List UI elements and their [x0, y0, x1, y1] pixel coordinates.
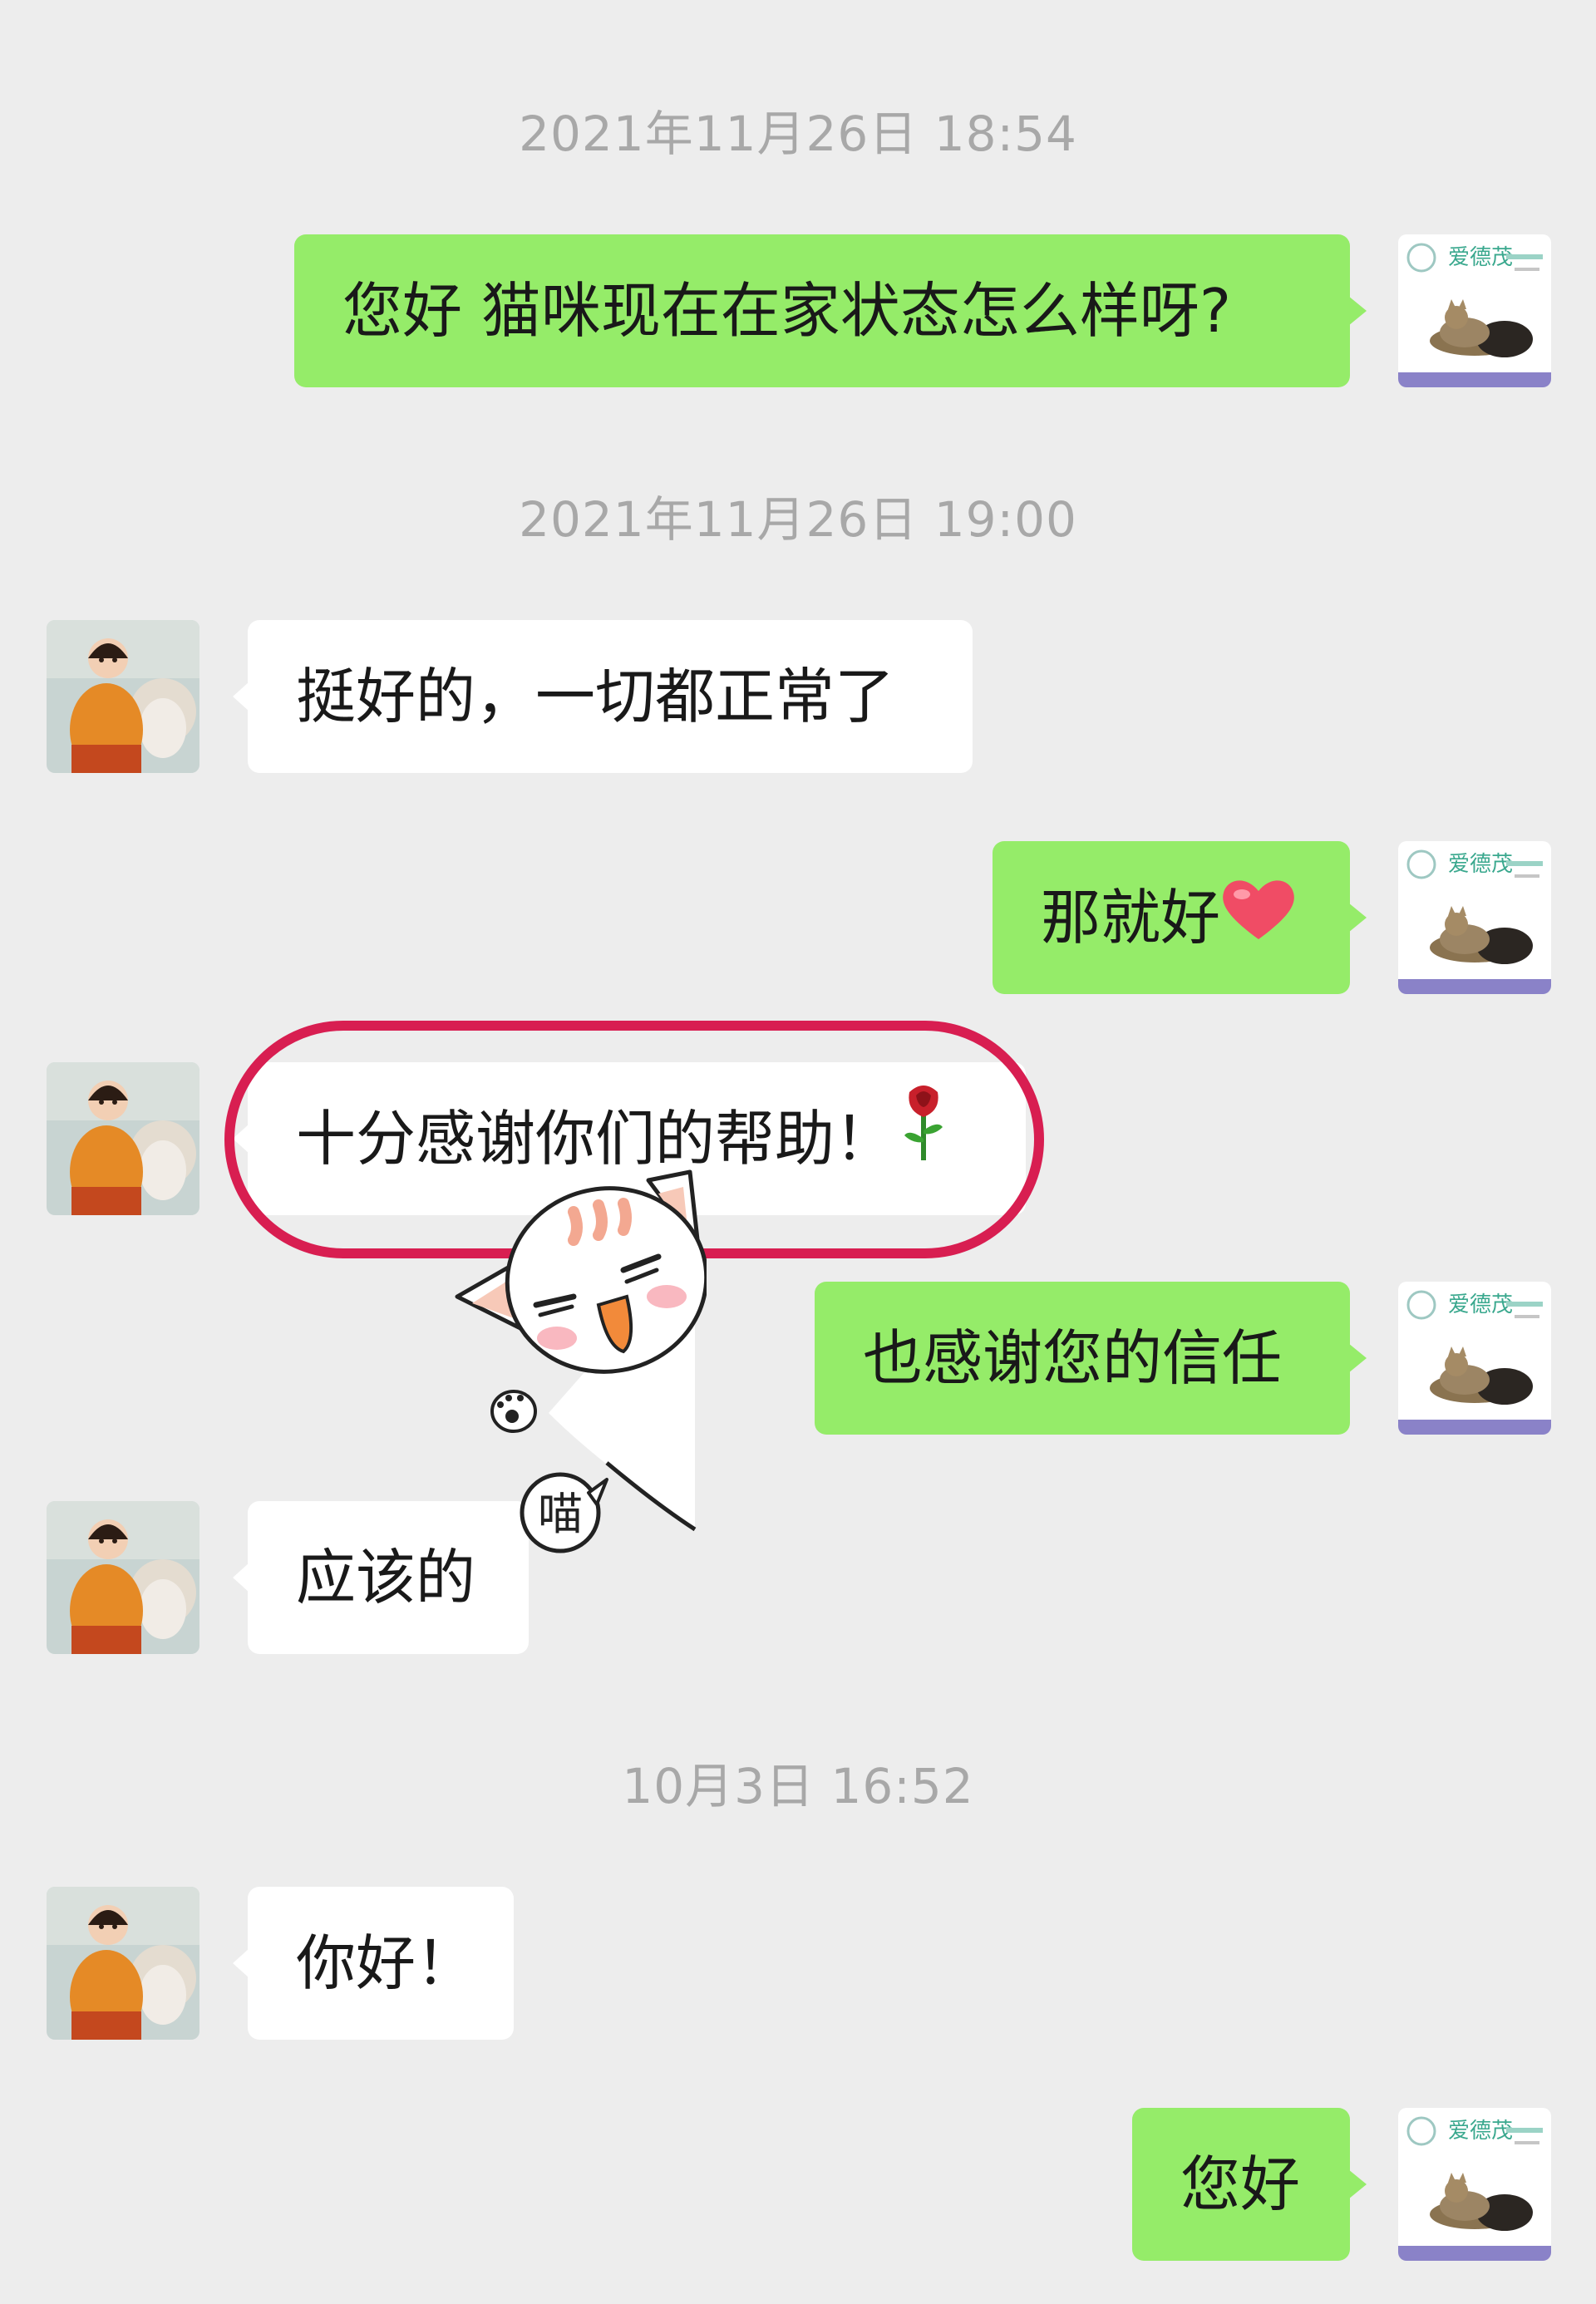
clinic-avatar[interactable]: 爱德茂	[1398, 841, 1551, 994]
timestamp: 2021年11月26日 18:54	[519, 106, 1077, 162]
message-bubble-outgoing[interactable]: 也感谢您的信任	[815, 1282, 1367, 1435]
clinic-logo-text: 爱德茂	[1448, 852, 1513, 877]
child-photo-icon	[47, 1887, 200, 2040]
message-bubble-outgoing[interactable]: 那就好	[993, 841, 1367, 994]
message-bubble-outgoing[interactable]: 您好	[1132, 2108, 1367, 2261]
message-bubble-incoming[interactable]: 你好！	[233, 1887, 514, 2040]
child-photo-icon	[47, 1062, 200, 1215]
message-bubble-incoming[interactable]: 挺好的，一切都正常了	[233, 620, 973, 773]
clinic-avatar[interactable]: 爱德茂	[1398, 234, 1551, 387]
clinic-logo-icon: 爱德茂	[1398, 2108, 1551, 2261]
child-photo-icon	[47, 620, 200, 773]
clinic-logo-icon: 爱德茂	[1398, 841, 1551, 994]
customer-avatar[interactable]	[47, 1887, 200, 2040]
clinic-logo-text: 爱德茂	[1448, 2119, 1513, 2144]
cat-sticker-icon: 喵	[455, 1169, 709, 1553]
chat-area[interactable]: 2021年11月26日 18:54 您好 猫咪现在在家状态怎么样呀? 爱德茂 2…	[0, 0, 1596, 2304]
message-text: 那就好	[1041, 883, 1221, 953]
clinic-logo-icon: 爱德茂	[1398, 1282, 1551, 1435]
clinic-avatar[interactable]: 爱德茂	[1398, 1282, 1551, 1435]
customer-avatar[interactable]	[47, 1501, 200, 1654]
clinic-logo-icon: 爱德茂	[1398, 234, 1551, 387]
message-bubble-outgoing[interactable]: 您好 猫咪现在在家状态怎么样呀?	[294, 234, 1367, 387]
customer-avatar[interactable]	[47, 620, 200, 773]
clinic-logo-text: 爱德茂	[1448, 1292, 1513, 1317]
timestamp: 10月3日 16:52	[622, 1758, 974, 1814]
heart-emoji-icon	[1220, 845, 1297, 998]
clinic-logo-text: 爱德茂	[1448, 245, 1513, 270]
clinic-avatar[interactable]: 爱德茂	[1398, 2108, 1551, 2261]
timestamp: 2021年11月26日 19:00	[519, 491, 1077, 548]
sticker-speech-text: 喵	[538, 1488, 583, 1540]
child-photo-icon	[47, 1501, 200, 1654]
customer-avatar[interactable]	[47, 1062, 200, 1215]
waving-cat-sticker: 喵	[449, 1164, 709, 1596]
